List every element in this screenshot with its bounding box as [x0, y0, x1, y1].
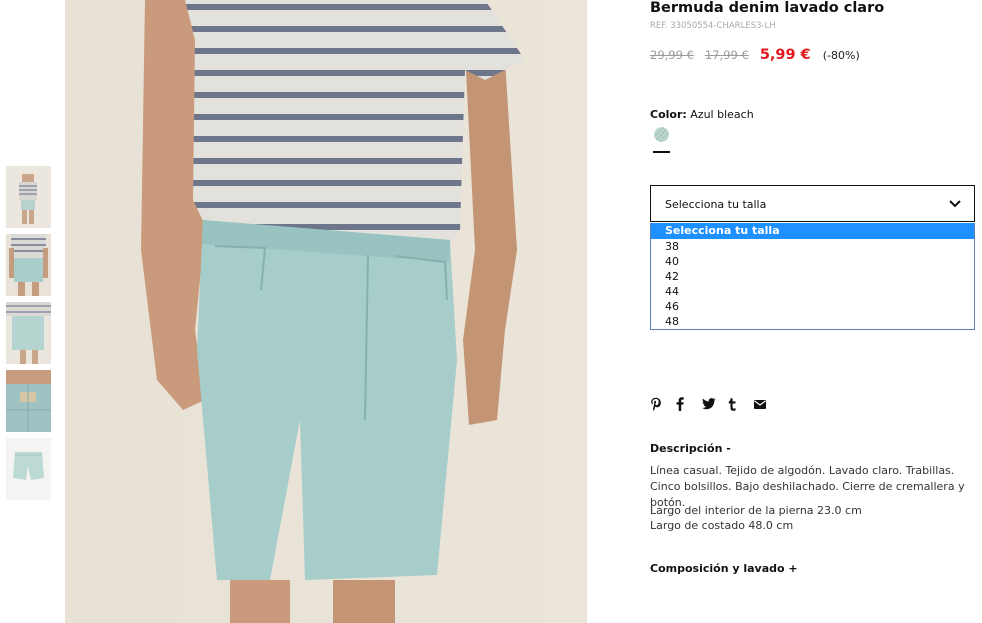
chevron-down-icon	[949, 200, 961, 208]
color-label-row: Color: Azul bleach	[650, 108, 754, 121]
size-dropdown-list: Selecciona tu talla 38 40 42 44 46 48	[650, 223, 975, 330]
color-value: Azul bleach	[690, 108, 754, 121]
previous-price: 17,99 €	[704, 48, 749, 62]
discount-badge: (-80%)	[822, 49, 860, 62]
price-block: 29,99 € 17,99 € 5,99 € (-80%)	[650, 47, 860, 63]
thumbnail-5[interactable]	[6, 438, 51, 500]
product-main-image[interactable]	[65, 0, 587, 623]
thumbnail-2[interactable]	[6, 234, 51, 296]
size-option[interactable]: 44	[651, 284, 974, 299]
description-toggle[interactable]: Descripción -	[650, 442, 731, 455]
size-option[interactable]: 42	[651, 269, 974, 284]
size-option[interactable]: 38	[651, 239, 974, 254]
social-share-bar	[650, 396, 780, 412]
thumbnail-3[interactable]	[6, 302, 51, 364]
original-price: 29,99 €	[650, 48, 694, 62]
size-select-value: Selecciona tu talla	[665, 198, 767, 211]
twitter-icon[interactable]	[702, 396, 728, 412]
sale-price: 5,99 €	[759, 47, 811, 63]
size-option[interactable]: Selecciona tu talla	[651, 223, 974, 239]
thumbnail-4[interactable]	[6, 370, 51, 432]
facebook-icon[interactable]	[676, 396, 702, 412]
size-option[interactable]: 40	[651, 254, 974, 269]
size-option[interactable]: 48	[651, 314, 974, 329]
measure-side-length: Largo de costado 48.0 cm	[650, 519, 794, 532]
composition-toggle[interactable]: Composición y lavado +	[650, 562, 798, 575]
email-icon[interactable]	[754, 396, 780, 412]
color-label: Color:	[650, 108, 687, 121]
tumblr-icon[interactable]	[728, 396, 754, 412]
description-measures: Largo del interior de la pierna 23.0 cm …	[650, 503, 862, 533]
product-reference: REF. 33050554-CHARLES3-LH	[650, 21, 776, 31]
color-swatch-azul-bleach[interactable]	[654, 127, 669, 142]
size-option[interactable]: 46	[651, 299, 974, 314]
thumbnail-gallery	[6, 166, 51, 506]
measure-inseam: Largo del interior de la pierna 23.0 cm	[650, 504, 862, 517]
thumbnail-1[interactable]	[6, 166, 51, 228]
product-title: Bermuda denim lavado claro	[650, 0, 885, 16]
pinterest-icon[interactable]	[650, 396, 676, 412]
selected-color-indicator	[653, 151, 670, 153]
size-select[interactable]: Selecciona tu talla	[650, 185, 975, 222]
